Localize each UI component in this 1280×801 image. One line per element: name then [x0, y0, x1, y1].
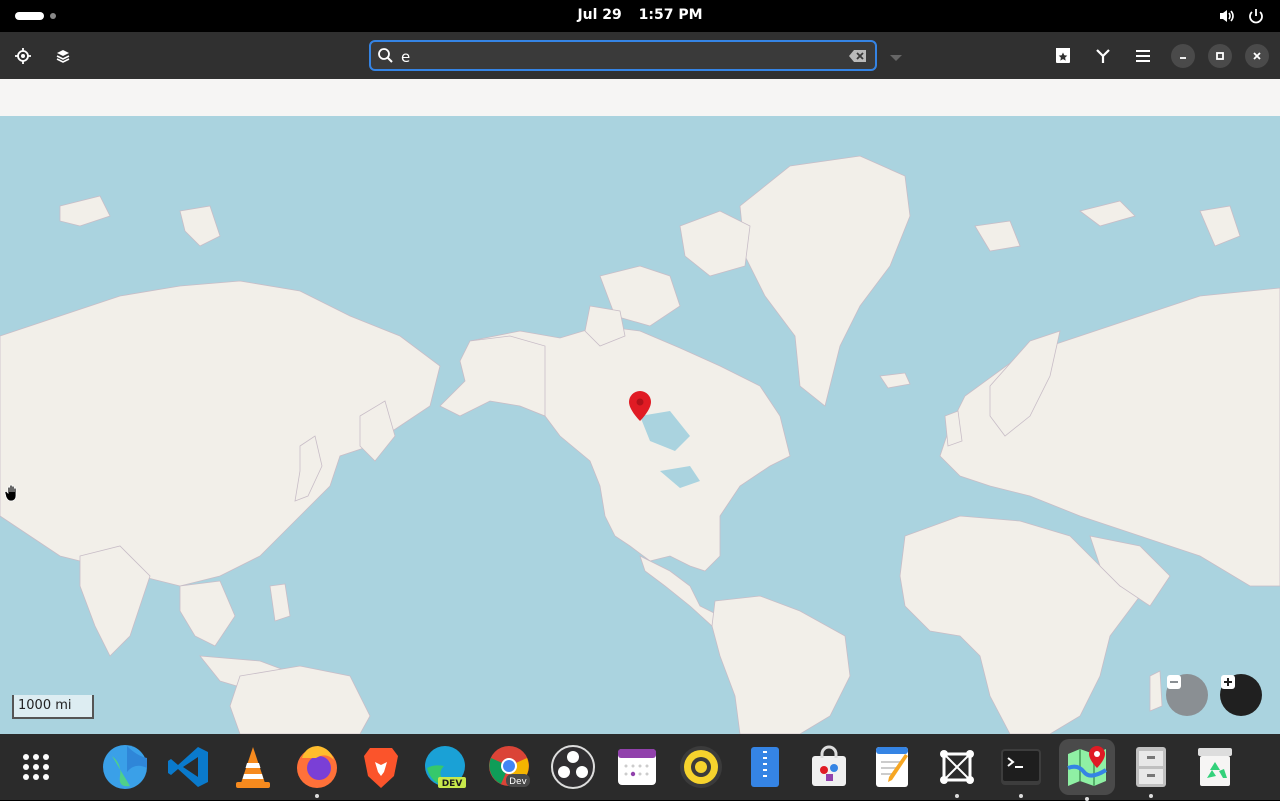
zoom-out-icon — [1167, 675, 1181, 689]
dock-trash[interactable] — [1190, 742, 1240, 792]
trash-recycle-icon — [1198, 748, 1232, 786]
close-icon — [1253, 52, 1261, 60]
running-indicator — [1085, 797, 1089, 801]
dock-web-browser[interactable] — [100, 742, 150, 792]
chrome-dev-icon: Dev — [489, 746, 530, 787]
search-icon — [377, 47, 394, 68]
clear-search-icon[interactable] — [849, 48, 867, 67]
text-editor-icon — [876, 747, 908, 787]
maps-icon — [1067, 746, 1108, 786]
calendar-icon — [618, 749, 656, 785]
dock-calendar[interactable] — [612, 742, 662, 792]
volume-icon[interactable] — [1218, 7, 1236, 25]
globe-icon — [103, 745, 147, 789]
vlc-cone-icon — [236, 747, 270, 788]
dock-file-archive[interactable] — [740, 742, 790, 792]
search-input[interactable] — [399, 46, 843, 68]
obs-icon — [551, 745, 595, 789]
svg-text:Dev: Dev — [509, 777, 527, 787]
dock-terminal[interactable] — [996, 742, 1046, 798]
info-bar — [0, 79, 1280, 117]
map-view[interactable]: 1000 mi — [0, 116, 1280, 734]
dock-firefox[interactable] — [292, 742, 342, 798]
shopping-bag-icon — [812, 745, 846, 786]
dock: DEV Dev — [0, 734, 1280, 801]
app-grid-icon — [23, 754, 49, 780]
main-menu-button[interactable] — [1127, 40, 1159, 72]
dock-file-cabinet[interactable] — [1126, 742, 1176, 798]
dock-obs-studio[interactable] — [548, 742, 598, 792]
dock-rhythmbox[interactable] — [676, 742, 726, 792]
dock-vlc[interactable] — [228, 742, 278, 792]
minimize-button[interactable] — [1171, 44, 1195, 68]
running-indicator — [1149, 794, 1153, 798]
file-cabinet-icon — [1136, 747, 1166, 787]
zoom-in-button[interactable] — [1220, 674, 1262, 716]
dock-edge-dev[interactable]: DEV — [420, 742, 470, 792]
show-apps-button[interactable] — [11, 742, 61, 792]
dock-boxes[interactable] — [932, 742, 982, 798]
clock-date: Jul 29 — [577, 7, 622, 23]
running-indicator — [315, 794, 319, 798]
maximize-button[interactable] — [1208, 44, 1232, 68]
route-icon — [1096, 49, 1110, 63]
scale-bar: 1000 mi — [12, 695, 94, 719]
clock[interactable]: Jul 29 1:57 PM — [0, 7, 1280, 23]
power-icon[interactable] — [1247, 7, 1265, 25]
minimize-icon — [1180, 57, 1186, 59]
route-button[interactable] — [1087, 40, 1119, 72]
running-indicator — [955, 794, 959, 798]
archive-icon — [751, 747, 779, 787]
favorites-button[interactable] — [1047, 40, 1079, 72]
brave-lion-icon — [364, 748, 398, 788]
dock-maps[interactable] — [1059, 739, 1115, 801]
world-map[interactable] — [0, 116, 1280, 734]
zoom-in-icon — [1221, 675, 1235, 689]
star-bookmark-icon — [1056, 48, 1070, 63]
dock-brave[interactable] — [356, 742, 406, 792]
running-indicator — [1019, 794, 1023, 798]
search-dropdown-arrow-icon[interactable] — [888, 48, 904, 67]
dock-software-store[interactable] — [804, 742, 854, 792]
firefox-icon — [297, 746, 337, 788]
vscode-icon — [168, 747, 208, 787]
dock-chrome-dev[interactable]: Dev — [484, 742, 534, 792]
close-button[interactable] — [1245, 44, 1269, 68]
hamburger-menu-icon — [1136, 50, 1150, 62]
system-top-bar: Jul 29 1:57 PM — [0, 0, 1280, 32]
location-icon — [15, 48, 31, 64]
layers-icon — [56, 50, 70, 63]
go-to-current-location-button[interactable] — [7, 40, 39, 72]
search-field[interactable] — [369, 40, 877, 71]
edge-dev-icon: DEV — [425, 746, 466, 789]
svg-text:DEV: DEV — [442, 779, 463, 789]
dock-text-editor[interactable] — [868, 742, 918, 792]
boxes-icon — [940, 750, 974, 784]
dock-vscode[interactable] — [164, 742, 214, 792]
layers-button[interactable] — [47, 40, 79, 72]
maximize-icon — [1216, 52, 1224, 60]
speaker-music-icon — [680, 746, 722, 788]
clock-time: 1:57 PM — [638, 7, 703, 23]
zoom-out-button[interactable] — [1166, 674, 1208, 716]
terminal-icon — [1001, 749, 1041, 785]
